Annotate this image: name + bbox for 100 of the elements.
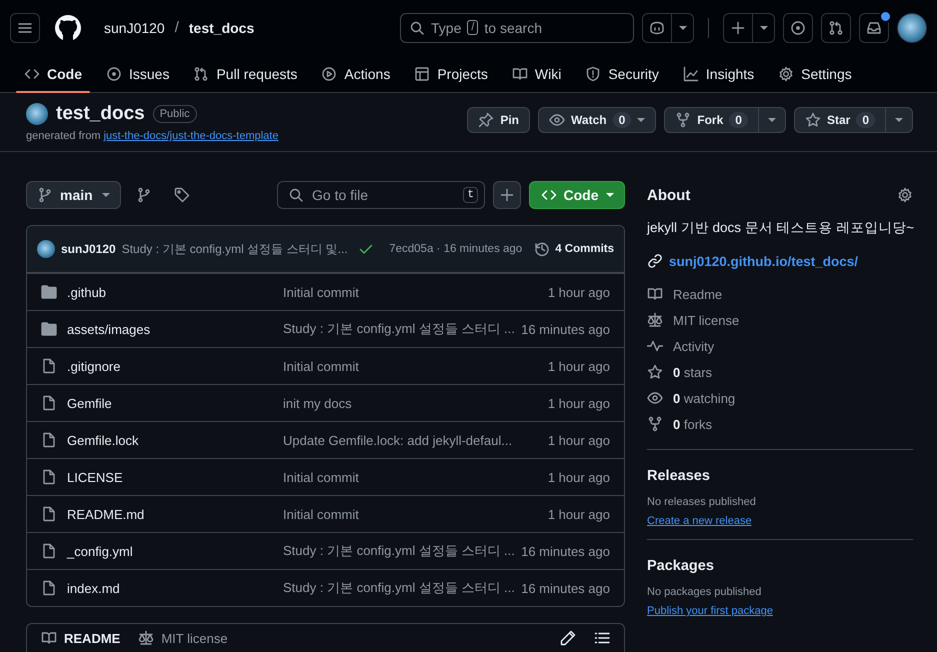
about-link[interactable]: 0 watching	[673, 390, 736, 406]
file-icon	[41, 543, 57, 559]
owner-link[interactable]: sunJ0120	[104, 20, 165, 36]
create-link[interactable]: Create a new release	[647, 515, 752, 527]
graph-icon	[682, 66, 699, 82]
file-name[interactable]: .github	[67, 284, 283, 300]
about-link[interactable]: Activity	[673, 338, 714, 354]
commit-time: 16 minutes ago	[521, 544, 610, 558]
nav-tab[interactable]: Pull requests	[185, 55, 306, 92]
avatar[interactable]	[897, 12, 927, 42]
issue-icon	[790, 20, 806, 36]
author-avatar	[37, 240, 55, 258]
branch-icon	[136, 187, 152, 203]
file-name[interactable]: Gemfile.lock	[67, 432, 283, 448]
create-link[interactable]: Publish your first package	[647, 605, 773, 617]
commit-message[interactable]: Initial commit	[283, 506, 548, 522]
section-heading[interactable]: Releases	[647, 468, 913, 484]
commit-time: 1 hour ago	[548, 358, 610, 374]
nav-tab[interactable]: Issues	[98, 55, 178, 92]
nav-tab[interactable]: Code	[16, 55, 90, 92]
copilot-button[interactable]	[642, 12, 672, 42]
caret-icon	[760, 26, 768, 30]
dropdown-button[interactable]	[672, 12, 694, 42]
star-button[interactable]: Star 0	[794, 107, 886, 133]
file-icon	[41, 432, 57, 448]
pin-icon	[478, 112, 494, 128]
circle-dot-icon	[106, 66, 122, 82]
readme-tab[interactable]: MIT license	[138, 630, 228, 646]
file-name[interactable]: _config.yml	[67, 544, 283, 558]
commit-message[interactable]: Initial commit	[283, 284, 548, 300]
scale-icon	[647, 312, 663, 328]
create-button[interactable]	[723, 12, 753, 42]
commit-message[interactable]: Study : 기본 config.yml 설정들 스터디 및...	[122, 240, 348, 258]
code-button[interactable]: Code	[529, 181, 625, 209]
about-link[interactable]: 0 stars	[673, 364, 712, 380]
file-name[interactable]: Gemfile	[67, 396, 283, 410]
website-link[interactable]: sunj0120.github.io/test_docs/	[669, 254, 858, 268]
logo-icon[interactable]	[54, 14, 82, 42]
go-to-file-field[interactable]: Go to file t	[277, 181, 485, 209]
file-icon	[41, 395, 57, 411]
commit-message[interactable]: Initial commit	[283, 358, 548, 374]
search-field[interactable]: Type / to search	[400, 12, 634, 42]
search-icon	[288, 187, 304, 203]
menu-button[interactable]	[10, 12, 40, 42]
table-icon	[414, 66, 430, 82]
book-icon	[647, 286, 663, 302]
add-file-button[interactable]	[493, 181, 521, 209]
commit-message[interactable]: Study : 기본 config.yml 설정들 스터디 ...	[283, 542, 522, 560]
shield-icon	[585, 66, 602, 82]
commit-message[interactable]: Study : 기본 config.yml 설정들 스터디 ...	[283, 320, 522, 338]
file-name[interactable]: assets/images	[67, 322, 283, 336]
branch-selector[interactable]: main	[26, 181, 121, 209]
inbox-icon	[866, 20, 882, 36]
pull-requests-button[interactable]	[821, 12, 851, 42]
file-name[interactable]: .gitignore	[67, 358, 283, 374]
repo-link[interactable]: test_docs	[188, 20, 254, 36]
nav-tab[interactable]: Actions	[313, 55, 398, 92]
copilot-icon	[649, 20, 665, 36]
nav-tab[interactable]: Insights	[674, 55, 762, 92]
inbox-button[interactable]	[859, 12, 889, 42]
play-icon	[321, 66, 338, 82]
commit-message[interactable]: Update Gemfile.lock: add jekyll-defaul...	[283, 432, 548, 448]
about-link[interactable]: MIT license	[673, 312, 740, 328]
commit-time: 16 minutes ago	[521, 322, 610, 336]
about-link[interactable]: 0 forks	[673, 416, 712, 432]
commit-time: 1 hour ago	[548, 284, 610, 300]
issues-button[interactable]	[783, 12, 813, 42]
visibility-label: Public	[152, 105, 197, 123]
author-link[interactable]: sunJ0120	[61, 242, 116, 256]
commits-link[interactable]: 4 Commits	[534, 241, 614, 257]
commit-message[interactable]: init my docs	[283, 396, 548, 410]
template-link[interactable]: just-the-docs/just-the-docs-template	[104, 130, 278, 142]
dropdown-button[interactable]	[753, 12, 775, 42]
watch-button[interactable]: Watch 0	[538, 107, 656, 133]
about-link[interactable]: Readme	[673, 286, 722, 302]
book-icon	[512, 66, 528, 82]
pin-button[interactable]: Pin	[467, 107, 530, 133]
file-name[interactable]: index.md	[67, 580, 283, 596]
file-name[interactable]: README.md	[67, 506, 283, 522]
settings-button[interactable]	[897, 187, 913, 203]
section-heading[interactable]: Packages	[647, 558, 913, 574]
empty-state-text: No packages published	[647, 586, 762, 598]
nav-tab[interactable]: Wiki	[504, 55, 570, 92]
commit-time: 1 hour ago	[548, 506, 610, 522]
star-icon	[647, 364, 663, 380]
commit-message[interactable]: Study : 기본 config.yml 설정들 스터디 ...	[283, 579, 522, 597]
branch-icon	[37, 187, 53, 203]
nav-tab[interactable]: Security	[577, 55, 667, 92]
path-separator: /	[174, 19, 179, 36]
file-name[interactable]: LICENSE	[67, 470, 283, 484]
scale-icon	[138, 630, 154, 646]
fork-button[interactable]: Fork 0	[664, 107, 759, 133]
commit-message[interactable]: Initial commit	[283, 470, 548, 484]
tag-icon	[174, 187, 190, 203]
nav-tab[interactable]: Projects	[406, 55, 496, 92]
repo-name[interactable]: test_docs	[56, 103, 145, 125]
readme-tab[interactable]: README	[41, 630, 120, 646]
nav-tab[interactable]: Settings	[770, 55, 860, 92]
fork-icon	[647, 416, 663, 432]
caret-icon	[895, 118, 903, 122]
